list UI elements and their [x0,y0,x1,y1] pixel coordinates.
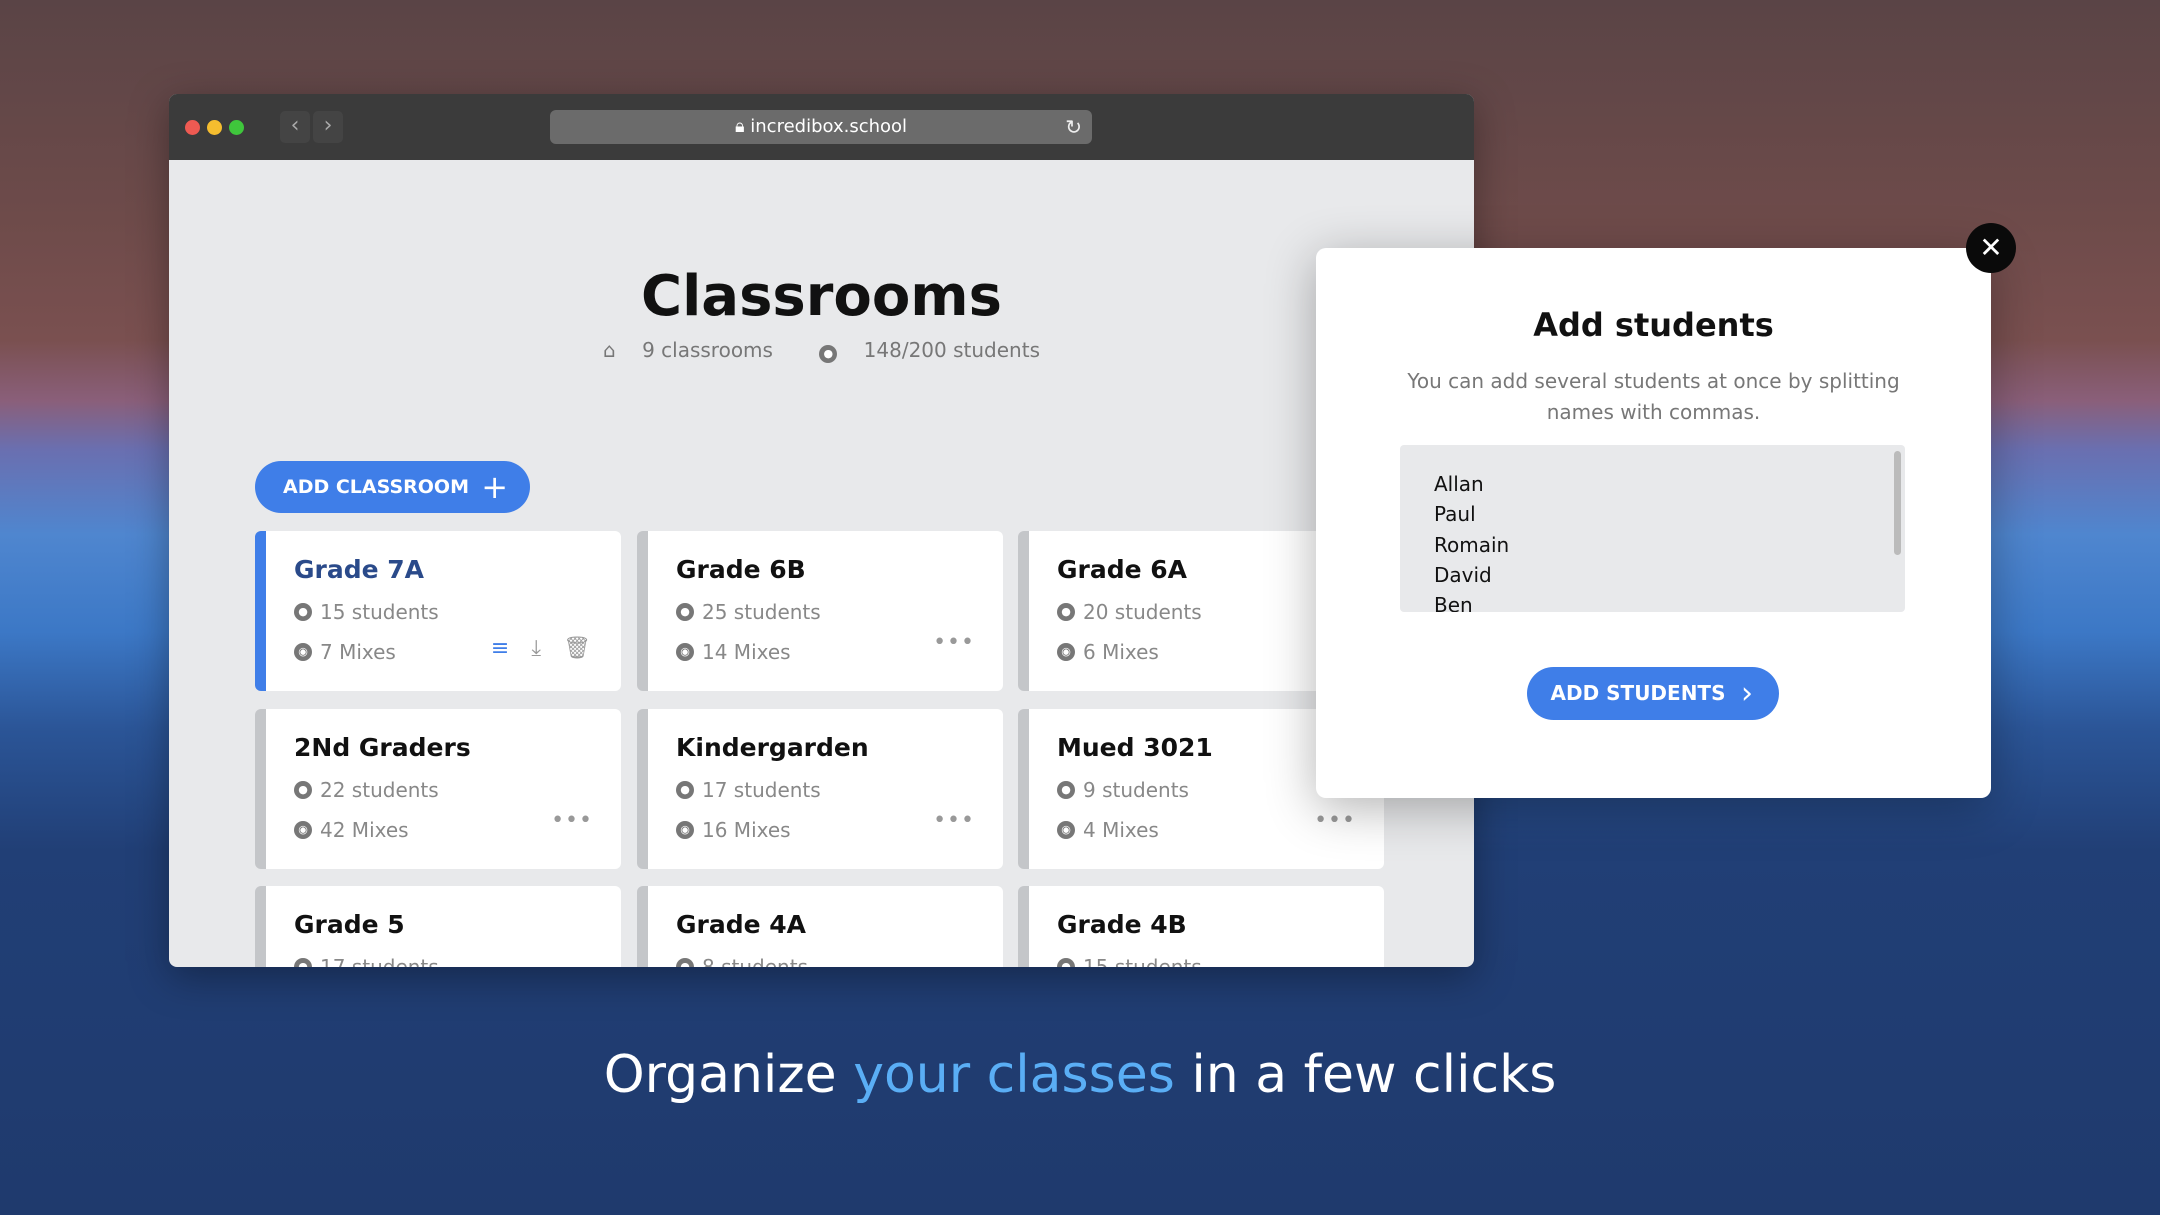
browser-toolbar: ‹ › 🔒︎ incredibox.school ↻ [169,94,1474,160]
user-icon: ● [294,781,312,799]
address-bar[interactable]: 🔒︎ incredibox.school ↻ [550,110,1092,144]
close-icon: ✕ [1979,231,2003,264]
disc-icon: ◉ [676,821,694,839]
add-students-button[interactable]: ADD STUDENTS › [1527,667,1779,720]
tagline-post: in a few clicks [1174,1045,1557,1105]
classroom-card[interactable]: Grade 5 ● 17 students [255,886,621,967]
classroom-card[interactable]: Grade 4B ● 15 students [1018,886,1384,967]
students-row: ● 15 students [1057,955,1384,967]
disc-icon: ◉ [676,643,694,661]
classroom-name: Grade 7A [294,555,425,584]
minimize-window-button[interactable] [207,120,222,135]
students-count: 15 students [1083,955,1202,967]
mixes-count: 42 Mixes [320,818,409,842]
more-options-icon[interactable]: ••• [1314,808,1356,833]
forward-icon[interactable]: › [313,111,343,143]
classroom-name: Kindergarden [676,733,869,762]
students-count: 15 students [320,600,439,624]
students-row: ● 17 students [294,955,621,967]
close-window-button[interactable] [185,120,200,135]
user-icon: ● [676,603,694,621]
mixes-count: 4 Mixes [1083,818,1159,842]
students-count: 17 students [320,955,439,967]
chevron-right-icon: › [1741,676,1753,711]
mixes-count: 16 Mixes [702,818,791,842]
name-line: Romain [1434,532,1510,557]
classroom-card[interactable]: Grade 6B ● 25 students ◉ 14 Mixes ••• [637,531,1003,691]
user-icon: ● [294,603,312,621]
home-icon: ⌂ [603,338,616,362]
modal-description: You can add several students at once by … [1407,369,1900,424]
tagline-highlight: your classes [853,1045,1175,1105]
more-options-icon[interactable]: ••• [933,630,975,655]
classroom-card[interactable]: Grade 4A ● 8 students [637,886,1003,967]
students-row: ● 17 students [676,778,1003,802]
mixes-count: 14 Mixes [702,640,791,664]
classroom-card[interactable]: Kindergarden ● 17 students ◉ 16 Mixes ••• [637,709,1003,869]
classroom-name: 2Nd Graders [294,733,471,762]
url-text: incredibox.school [750,116,908,137]
students-count: 22 students [320,778,439,802]
mixes-count: 6 Mixes [1083,640,1159,664]
modal-title: Add students [1533,306,1774,344]
user-icon: ● [1057,603,1075,621]
user-icon: ● [676,958,694,967]
user-icon: ● [294,958,312,967]
user-icon: ● [819,345,838,363]
classroom-name: Grade 4A [676,910,807,939]
user-icon: ● [676,781,694,799]
plus-icon: + [481,468,508,506]
students-row: ● 15 students [294,600,621,624]
students-count: 25 students [702,600,821,624]
lock-icon: 🔒︎ [734,116,751,137]
trash-icon[interactable]: 🗑︎ [563,636,591,661]
students-count: 8 students [702,955,808,967]
back-icon[interactable]: ‹ [280,111,310,143]
classroom-card[interactable]: Grade 7A ● 15 students ◉ 7 Mixes ≡ ⤓ 🗑︎ [255,531,621,691]
name-line: Ben [1434,593,1473,612]
disc-icon: ◉ [294,821,312,839]
add-students-label: ADD STUDENTS [1550,681,1726,705]
student-names-textarea[interactable]: Allan Paul Romain David Ben [1400,445,1905,612]
maximize-window-button[interactable] [229,120,244,135]
more-options-icon[interactable]: ••• [933,808,975,833]
user-icon: ● [1057,958,1075,967]
classroom-name: Grade 6B [676,555,806,584]
students-count: 20 students [1083,600,1202,624]
user-icon: ● [1057,781,1075,799]
classroom-card[interactable]: 2Nd Graders ● 22 students ◉ 42 Mixes ••• [255,709,621,869]
tagline: Organize your classes in a few clicks [0,1045,2160,1105]
download-icon[interactable]: ⤓ [531,636,541,661]
mixes-count: 7 Mixes [320,640,396,664]
name-line: David [1434,562,1492,587]
add-classroom-label: ADD CLASSROOM [283,476,469,498]
name-line: Paul [1434,502,1476,527]
name-line: Allan [1434,472,1484,496]
disc-icon: ◉ [1057,821,1075,839]
textarea-scrollbar[interactable] [1894,451,1901,555]
classroom-name: Grade 5 [294,910,405,939]
classrooms-count: 9 classrooms [642,338,773,362]
students-count: 17 students [702,778,821,802]
disc-icon: ◉ [1057,643,1075,661]
students-row: ● 22 students [294,778,621,802]
tagline-pre: Organize [603,1045,854,1105]
students-count: 148/200 students [863,338,1040,362]
close-modal-button[interactable]: ✕ [1966,223,2016,273]
reload-icon[interactable]: ↻ [1065,110,1082,144]
students-count: 9 students [1083,778,1189,802]
add-classroom-button[interactable]: ADD CLASSROOM + [255,461,530,513]
classroom-name: Grade 4B [1057,910,1187,939]
page-stats: ⌂ 9 classrooms ● 148/200 students [169,338,1474,363]
disc-icon: ◉ [294,643,312,661]
page-title: Classrooms [641,264,1002,329]
students-row: ● 8 students [676,955,1003,967]
browser-window: ‹ › 🔒︎ incredibox.school ↻ Classrooms ⌂ 9… [169,94,1474,967]
students-row: ● 25 students [676,600,1003,624]
playlist-icon[interactable]: ≡ [491,636,509,661]
add-students-modal: Add students You can add several student… [1316,248,1991,798]
more-options-icon[interactable]: ••• [551,808,593,833]
